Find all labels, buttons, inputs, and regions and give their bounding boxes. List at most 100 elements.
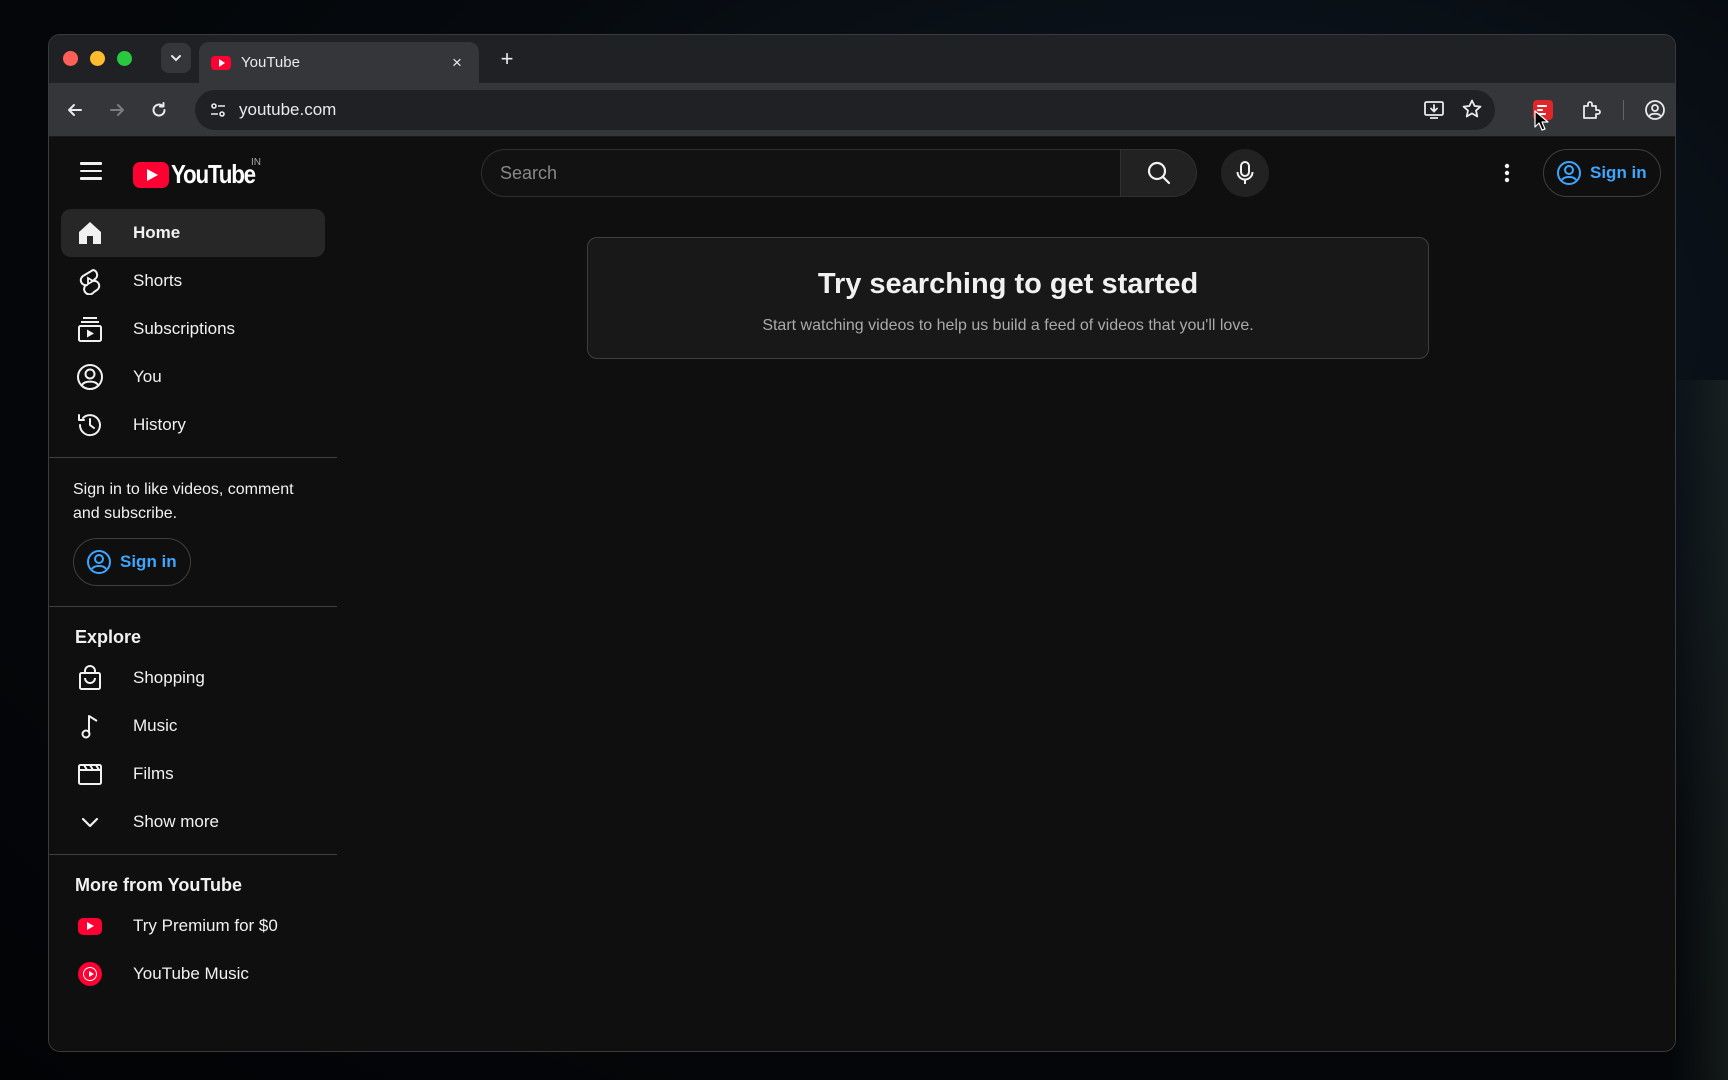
home-icon [75,218,105,248]
address-bar[interactable]: youtube.com [195,90,1495,130]
more-from-youtube-heading: More from YouTube [75,875,243,895]
sidebar-item-subscriptions[interactable]: Subscriptions [61,305,325,353]
subscriptions-icon [75,314,105,344]
shopping-bag-icon [75,663,105,693]
tab-search-button[interactable] [161,43,191,73]
mouse-cursor-icon [1534,110,1549,131]
sidebar-item-label: Subscriptions [133,319,236,338]
site-settings-icon[interactable] [209,101,227,119]
chevron-down-icon [171,55,181,62]
sidebar-item-label: Music [133,716,178,735]
sidebar-item-music[interactable]: Music [61,702,325,750]
search-input[interactable] [500,162,1120,184]
sidebar-explore-section: Explore Shopping Music Films Show more [49,607,337,855]
tab-strip: YouTube × + [49,35,1675,83]
sign-in-label: Sign in [1590,163,1647,182]
forward-arrow-icon [110,104,124,116]
maximize-window-button[interactable] [117,51,132,66]
country-code: IN [251,157,261,168]
back-arrow-icon [68,104,82,116]
empty-feed-subtitle: Start watching videos to help us build a… [762,317,1254,334]
explore-heading: Explore [75,627,142,647]
sidebar-item-label: Show more [133,812,219,831]
hamburger-icon-line [80,169,102,173]
youtube-header: YouTube IN Sign in [49,137,1675,201]
extensions-button[interactable] [1577,96,1605,124]
sidebar-main-section: Home Shorts Subscriptions You History [49,201,337,458]
youtube-music-icon [75,959,105,989]
shorts-icon [75,266,105,296]
sidebar-item-label: You [133,367,162,386]
sidebar-item-history[interactable]: History [61,401,325,449]
profile-button[interactable] [1641,96,1669,124]
logo-text: YouTube [171,159,256,189]
microphone-icon [1236,161,1254,184]
puzzle-piece-icon [1583,101,1601,119]
sidebar-item-home[interactable]: Home [61,209,325,257]
sidebar-item-show-more[interactable]: Show more [61,798,325,846]
tab-close-button[interactable]: × [447,53,467,73]
hamburger-icon-line [80,162,102,165]
window-controls [63,51,132,66]
profile-icon [1645,100,1665,120]
search-box [481,149,1121,197]
account-circle-icon [87,550,111,574]
youtube-logo[interactable]: YouTube [133,159,269,190]
vertical-dots-icon [1504,163,1510,183]
browser-toolbar: youtube.com [49,83,1675,137]
empty-feed-card: Try searching to get started Start watch… [587,237,1429,359]
sidebar-sign-in-button[interactable]: Sign in [73,538,191,586]
browser-window: YouTube × + youtube.com YouTube IN Searc… [48,34,1676,1052]
sidebar-item-label: History [133,415,186,434]
bookmark-star-icon[interactable] [1461,98,1483,120]
voice-search-button[interactable] [1221,149,1269,197]
forward-button[interactable] [103,96,131,124]
search-icon [1147,161,1170,185]
search-button[interactable] [1121,149,1197,197]
sidebar-item-label: Shopping [133,668,205,687]
guide-menu-button[interactable] [73,153,109,189]
tab-title: YouTube [241,54,300,71]
sidebar-more-section: More from YouTube Try Premium for $0 You… [49,855,337,1006]
sidebar-signin-section: Sign in to like videos, comment and subs… [49,458,337,607]
minimize-window-button[interactable] [90,51,105,66]
close-window-button[interactable] [63,51,78,66]
desktop-background [1668,380,1728,1080]
empty-feed-title: Try searching to get started [817,268,1199,300]
chevron-down-icon [75,807,105,837]
youtube-premium-icon [75,911,105,941]
sidebar-item-label: YouTube Music [133,964,249,983]
settings-menu-button[interactable] [1489,155,1525,191]
sidebar-item-youtube-music[interactable]: YouTube Music [61,950,325,998]
history-icon [75,410,105,440]
url-text: youtube.com [239,100,337,119]
reload-button[interactable] [145,96,173,124]
toolbar-divider [1623,100,1624,120]
account-circle-icon [1557,161,1581,185]
sidebar-item-films[interactable]: Films [61,750,325,798]
youtube-favicon-icon [211,55,231,70]
youtube-play-icon [133,161,169,188]
sidebar-item-shorts[interactable]: Shorts [61,257,325,305]
film-icon [75,759,105,789]
omnibox-actions [1423,98,1483,120]
guide-sidebar: Home Shorts Subscriptions You History Si… [49,201,337,1051]
sidebar-item-label: Films [133,764,174,783]
sign-in-label: Sign in [120,552,177,571]
back-button[interactable] [61,96,89,124]
new-tab-button[interactable]: + [493,45,521,73]
sidebar-item-shopping[interactable]: Shopping [61,654,325,702]
browser-tab-youtube[interactable]: YouTube × [199,42,479,83]
reload-icon [152,102,166,117]
sidebar-item-you[interactable]: You [61,353,325,401]
youtube-page: YouTube IN Sign in [49,137,1675,1051]
hamburger-icon-line [80,177,102,180]
sign-in-prompt: Sign in to like videos, comment and subs… [73,481,294,522]
sidebar-item-label: Home [133,223,181,242]
install-app-icon[interactable] [1423,98,1445,120]
sidebar-item-label: Try Premium for $0 [133,916,278,935]
header-sign-in-button[interactable]: Sign in [1543,149,1661,197]
account-icon [75,362,105,392]
sidebar-item-premium[interactable]: Try Premium for $0 [61,902,325,950]
music-note-icon [75,711,105,741]
